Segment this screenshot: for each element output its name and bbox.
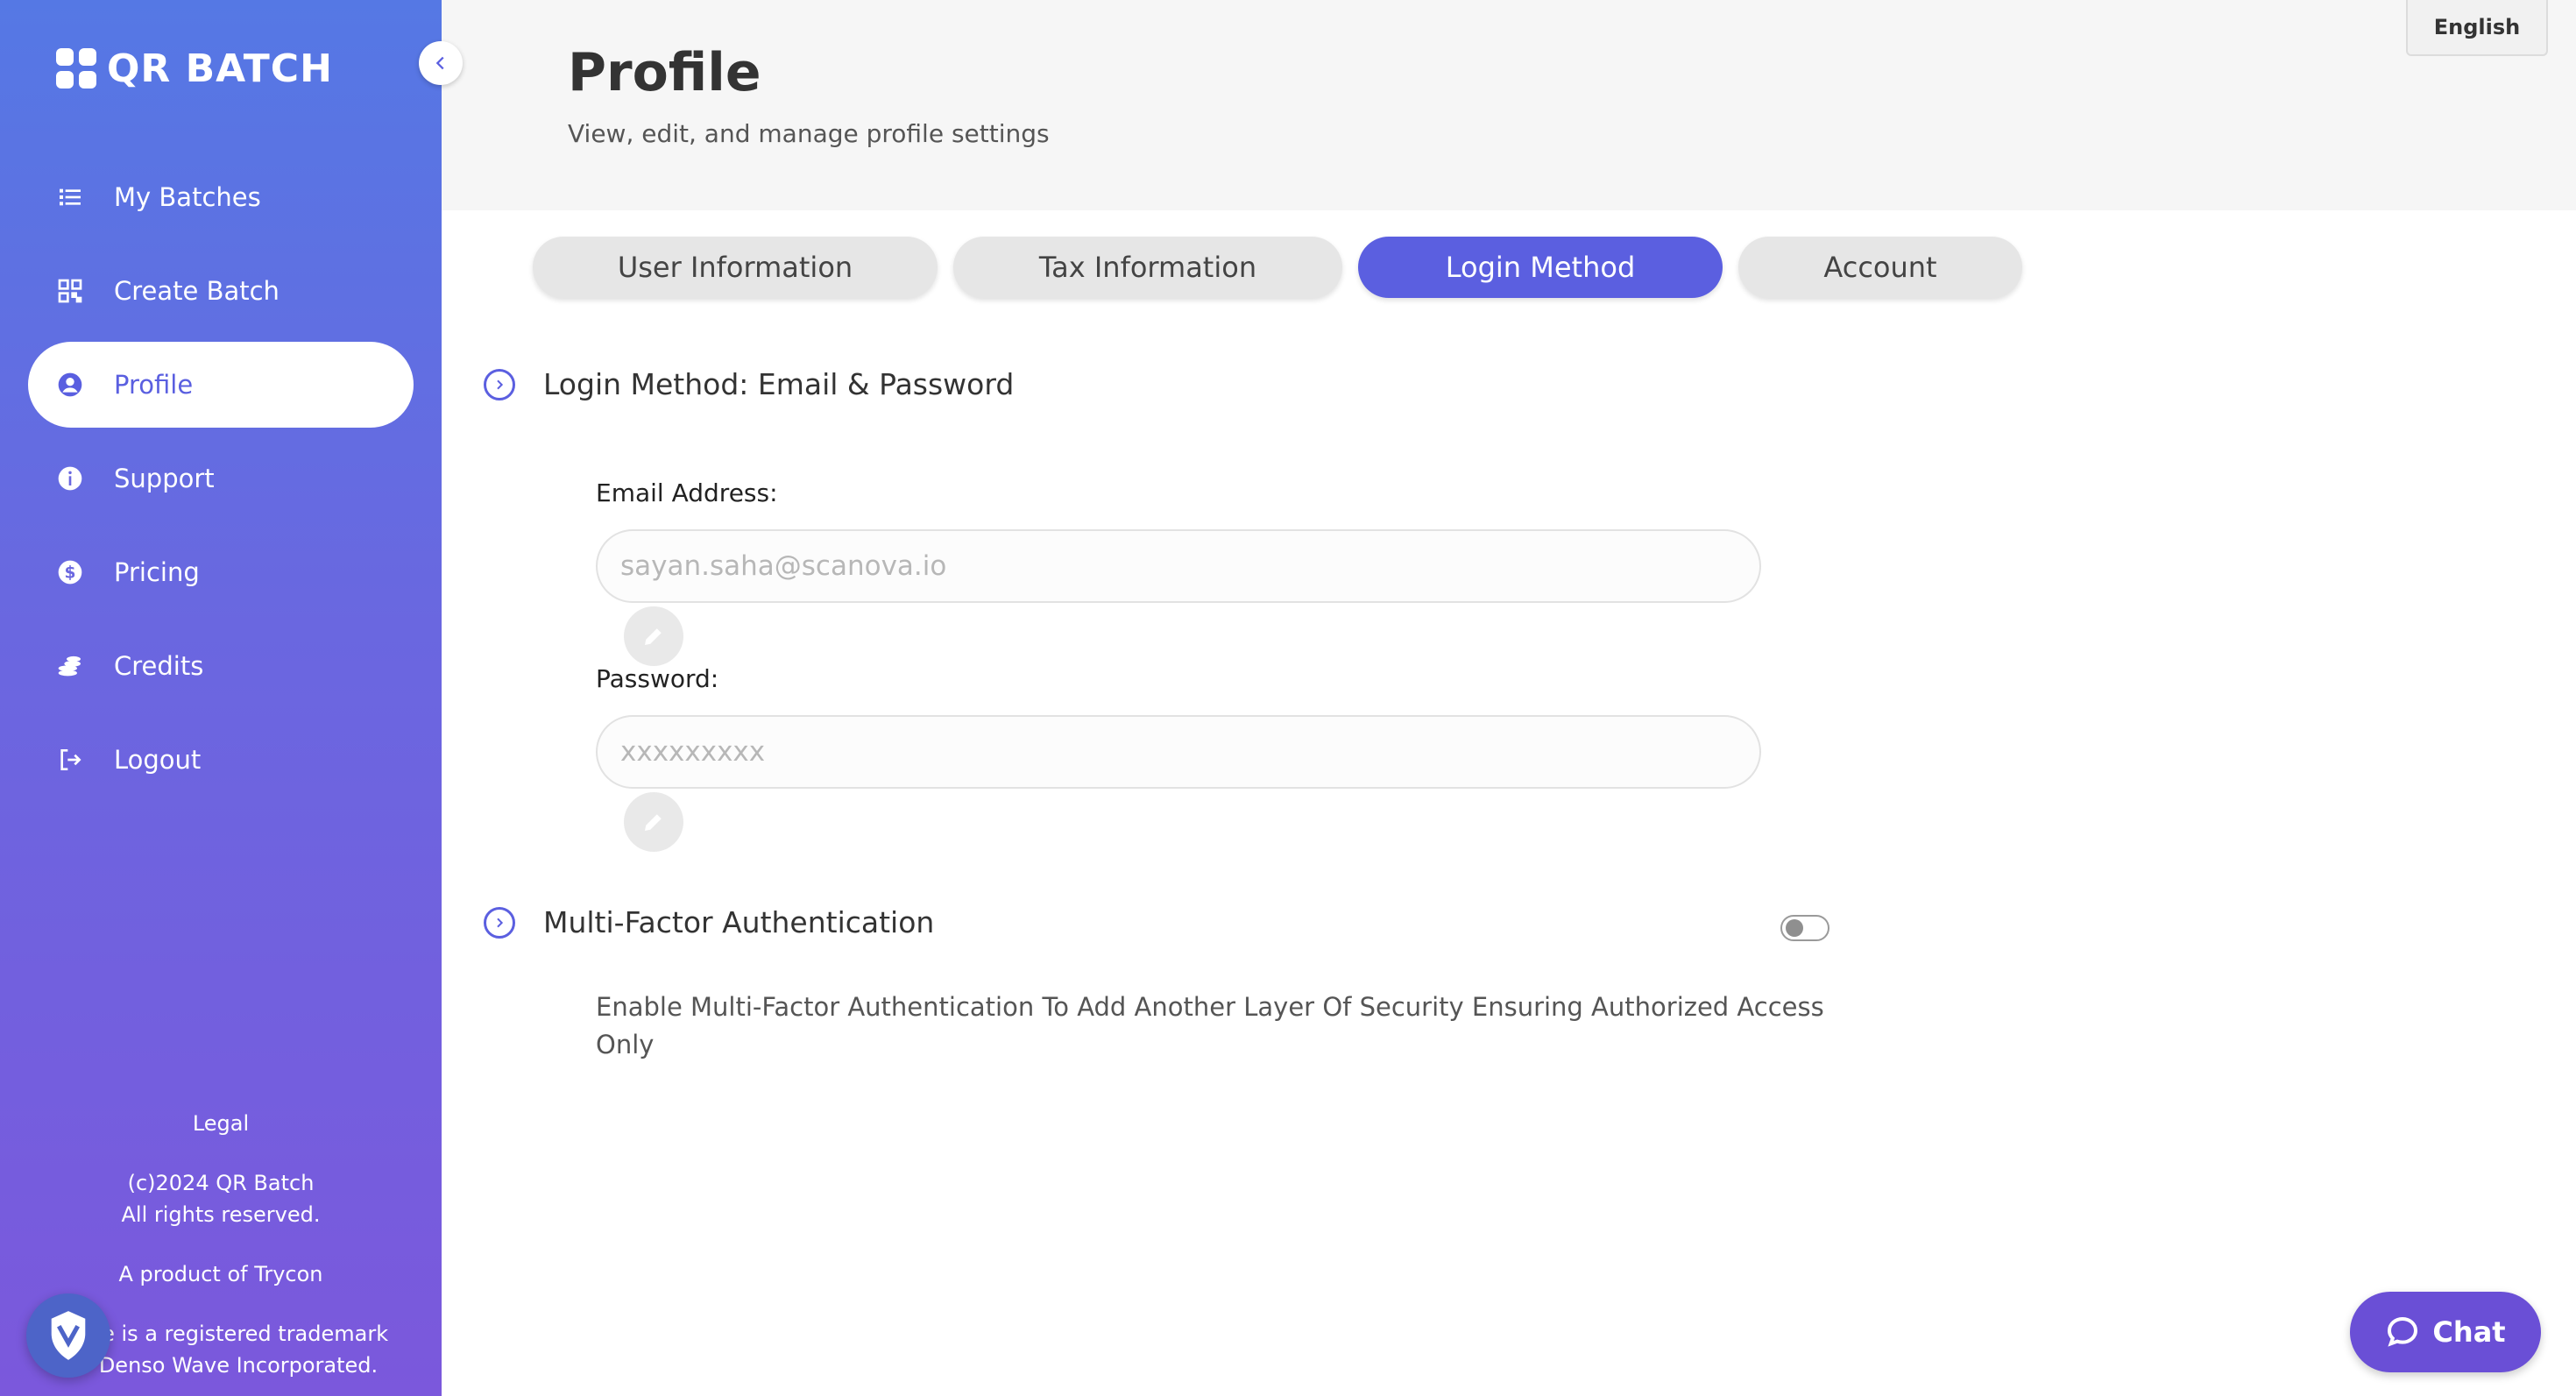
copyright-line-2: All rights reserved. xyxy=(121,1202,321,1227)
qr-code-icon xyxy=(58,279,82,303)
sidebar-item-profile[interactable]: Profile xyxy=(28,342,414,428)
qr-batch-logo-icon xyxy=(54,46,98,90)
sidebar-item-logout[interactable]: Logout xyxy=(28,717,414,803)
pencil-icon xyxy=(645,814,662,831)
chevron-right-icon xyxy=(497,918,504,928)
copyright-line-1: (c)2024 QR Batch xyxy=(127,1171,315,1195)
tab-account[interactable]: Account xyxy=(1738,237,2022,298)
sidebar-item-label: Support xyxy=(114,464,215,493)
mfa-description: Enable Multi-Factor Authentication To Ad… xyxy=(596,992,1824,1059)
toggle-knob xyxy=(1786,919,1803,937)
page-title: Profile xyxy=(568,42,761,103)
info-icon xyxy=(58,466,82,491)
page-subtitle: View, edit, and manage profile settings xyxy=(568,119,1050,148)
login-section-expand-icon[interactable] xyxy=(484,369,515,400)
list-icon xyxy=(60,188,81,206)
svg-text:$: $ xyxy=(65,564,76,583)
app-root: QR BATCH My Batches Create Batch Profile… xyxy=(0,0,2576,1396)
user-circle-icon xyxy=(58,372,82,397)
chevron-left-icon xyxy=(435,56,444,70)
sidebar-item-label: Create Batch xyxy=(114,276,280,306)
mfa-section-expand-icon[interactable] xyxy=(484,907,515,939)
dollar-icon: $ xyxy=(58,560,82,585)
password-field[interactable] xyxy=(596,715,1761,789)
mfa-section-title: Multi-Factor Authentication xyxy=(543,905,935,939)
sidebar-item-label: Profile xyxy=(114,370,194,400)
chat-button[interactable]: Chat xyxy=(2350,1292,2541,1372)
brand-logo[interactable]: QR BATCH xyxy=(54,42,333,95)
sidebar-item-my-batches[interactable]: My Batches xyxy=(28,154,414,240)
sidebar-item-create-batch[interactable]: Create Batch xyxy=(28,248,414,334)
email-label: Email Address: xyxy=(596,478,778,507)
sidebar-item-label: Pricing xyxy=(114,557,200,587)
sidebar-item-pricing[interactable]: $ Pricing xyxy=(28,529,414,615)
sidebar-item-credits[interactable]: Credits xyxy=(28,623,414,709)
sidebar-item-label: Credits xyxy=(114,651,204,681)
tab-user-information[interactable]: User Information xyxy=(533,237,938,298)
tab-tax-information[interactable]: Tax Information xyxy=(953,237,1342,298)
edit-password-button[interactable] xyxy=(624,792,683,852)
mfa-toggle[interactable] xyxy=(1780,915,1829,941)
tab-login-method[interactable]: Login Method xyxy=(1358,237,1723,298)
language-selector[interactable]: English xyxy=(2406,0,2548,56)
pencil-icon xyxy=(645,628,662,645)
login-section-title: Login Method: Email & Password xyxy=(543,367,1015,401)
brand-name: QR BATCH xyxy=(107,46,333,91)
sidebar-item-label: My Batches xyxy=(114,182,261,212)
email-field[interactable] xyxy=(596,529,1761,603)
logout-icon xyxy=(60,749,81,770)
collapse-sidebar-button[interactable] xyxy=(419,41,463,85)
coins-icon xyxy=(58,655,81,677)
legal-link[interactable]: Legal xyxy=(0,1108,442,1139)
sidebar: QR BATCH My Batches Create Batch Profile… xyxy=(0,0,442,1396)
password-label: Password: xyxy=(596,664,719,693)
security-badge[interactable] xyxy=(26,1293,110,1378)
chat-bubble-icon xyxy=(2388,1316,2418,1347)
edit-email-button[interactable] xyxy=(624,606,683,666)
chevron-right-icon xyxy=(497,379,504,390)
sidebar-item-label: Logout xyxy=(114,745,202,775)
product-credit: A product of Trycon xyxy=(118,1262,323,1286)
page-header: Profile View, edit, and manage profile s… xyxy=(442,0,2576,210)
chat-label: Chat xyxy=(2432,1315,2506,1349)
shield-icon xyxy=(51,1311,86,1360)
sidebar-item-support[interactable]: Support xyxy=(28,436,414,521)
